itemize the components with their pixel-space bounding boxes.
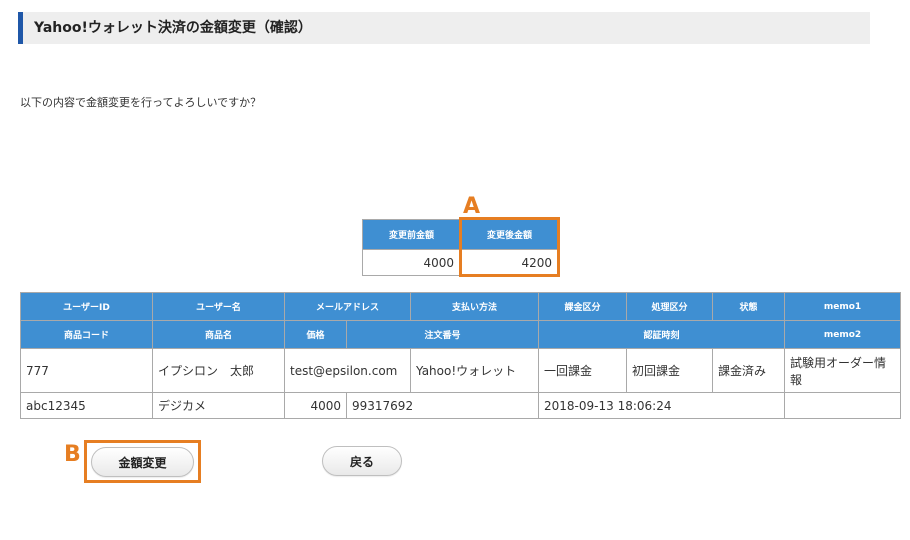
amount-before-header: 変更前金額	[362, 219, 461, 250]
cell-user-name: イプシロン 太郎	[152, 348, 285, 393]
col-header-auth-time: 認証時刻	[538, 320, 786, 349]
cell-billing-type: 一回課金	[538, 348, 628, 393]
cell-user-id: 777	[20, 348, 153, 393]
col-header-user-id: ユーザーID	[20, 292, 153, 321]
header-accent-bar	[18, 12, 23, 44]
cell-price: 4000	[284, 392, 347, 419]
page-title: Yahoo!ウォレット決済の金額変更（確認）	[34, 20, 312, 36]
cell-payment-method: Yahoo!ウォレット	[410, 348, 540, 393]
page-header: Yahoo!ウォレット決済の金額変更（確認）	[18, 12, 870, 44]
col-header-memo1: memo1	[784, 292, 902, 321]
cell-process-type: 初回課金	[626, 348, 714, 393]
order-detail-table: ユーザーID ユーザー名 メールアドレス 支払い方法 課金区分 処理区分 状態 …	[20, 292, 902, 419]
col-header-order-number: 注文番号	[345, 320, 540, 349]
cell-order-number: 99317692	[345, 392, 540, 419]
back-button[interactable]: 戻る	[322, 446, 402, 476]
highlight-box-a	[459, 217, 560, 277]
table-row: abc12345 デジカメ 4000 99317692 2018-09-13 1…	[20, 392, 902, 419]
cell-status: 課金済み	[712, 348, 786, 393]
cell-email: test@epsilon.com	[283, 348, 412, 393]
amount-before-value: 4000	[362, 249, 461, 276]
col-header-user-name: ユーザー名	[152, 292, 285, 321]
cell-product-name: デジカメ	[152, 392, 285, 419]
col-header-product-name: 商品名	[152, 320, 285, 349]
table-row: 777 イプシロン 太郎 test@epsilon.com Yahoo!ウォレッ…	[20, 348, 902, 393]
col-header-billing-type: 課金区分	[538, 292, 628, 321]
annotation-label-a: A	[463, 194, 481, 219]
cell-product-code: abc12345	[20, 392, 153, 419]
cell-memo2	[784, 392, 902, 419]
col-header-memo2: memo2	[784, 320, 902, 349]
annotation-label-b: B	[64, 442, 81, 467]
col-header-process-type: 処理区分	[626, 292, 714, 321]
col-header-product-code: 商品コード	[20, 320, 153, 349]
confirm-message: 以下の内容で金額変更を行ってよろしいですか？	[20, 96, 262, 109]
col-header-payment-method: 支払い方法	[410, 292, 540, 321]
cell-auth-time: 2018-09-13 18:06:24	[538, 392, 786, 419]
col-header-price: 価格	[284, 320, 347, 349]
change-amount-button[interactable]: 金額変更	[91, 447, 194, 477]
cell-memo1: 試験用オーダー情報	[784, 348, 902, 393]
col-header-email: メールアドレス	[283, 292, 412, 321]
col-header-status: 状態	[712, 292, 786, 321]
